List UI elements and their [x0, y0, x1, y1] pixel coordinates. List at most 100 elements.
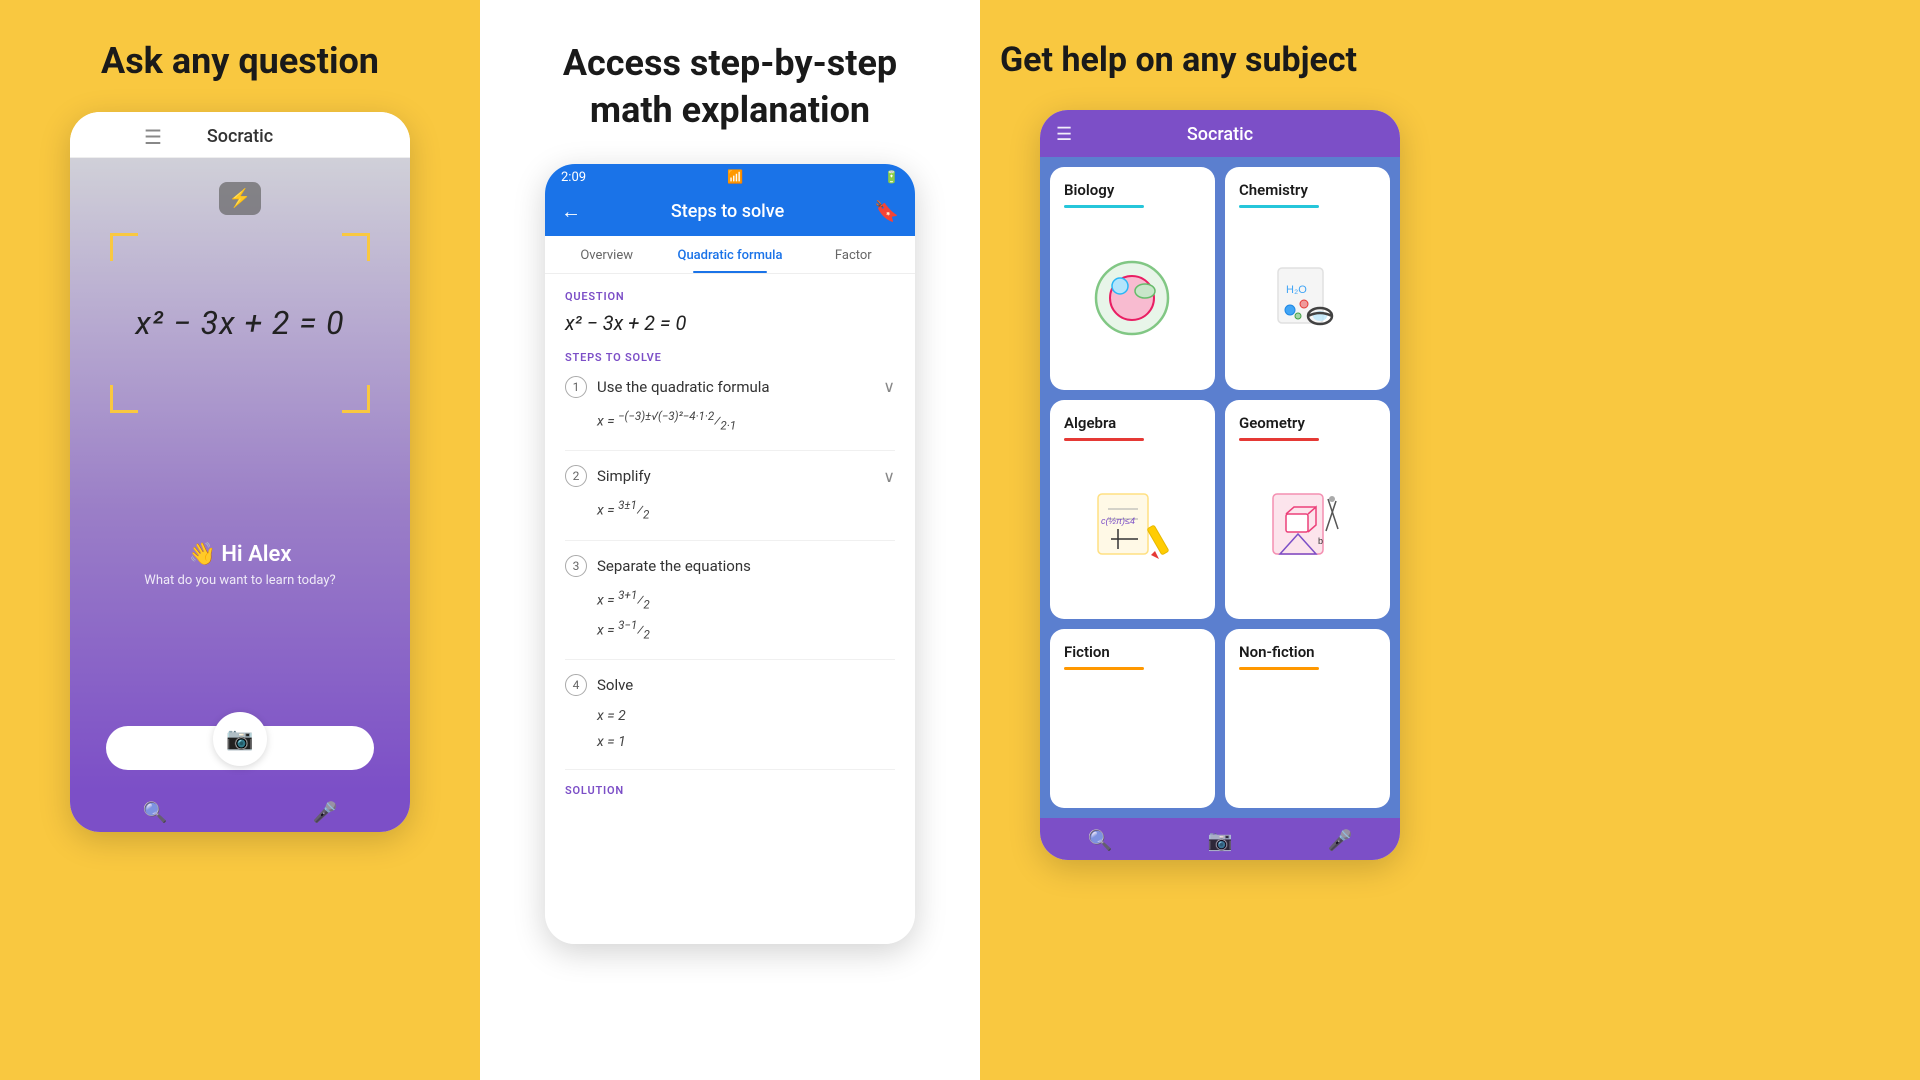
panel1-headline: Ask any question — [101, 40, 379, 82]
status-right: 🔋 — [884, 170, 899, 184]
step2-num: 2 — [565, 465, 587, 487]
status-icon: 📶 — [727, 170, 743, 185]
chemistry-title: Chemistry — [1239, 181, 1308, 199]
panel2-headline: Access step-by-step math explanation — [563, 40, 897, 134]
step4-content: x = 2 x = 1 — [565, 704, 895, 754]
corner-bl — [110, 385, 138, 413]
search-footer3-icon[interactable]: 🔍 — [1088, 828, 1113, 852]
phone1-title: Socratic — [207, 126, 273, 147]
step2-left: 2 Simplify — [565, 465, 651, 487]
search-bar-container: 📷 — [86, 726, 394, 780]
phone3-body: Biology — [1040, 157, 1400, 818]
step3-header: 3 Separate the equations — [565, 555, 895, 577]
steps-label: STEPS TO SOLVE — [565, 351, 895, 364]
camera-button[interactable]: 📷 — [213, 712, 267, 766]
svg-text:c(½π)≤4: c(½π)≤4 — [1101, 516, 1135, 526]
phone-mockup-2: 2:09 📶 🔋 ← Steps to solve 🔖 Overview Qua… — [545, 164, 915, 944]
algebra-title: Algebra — [1064, 414, 1116, 432]
chemistry-icon-area: H₂O — [1239, 216, 1376, 380]
step3-left: 3 Separate the equations — [565, 555, 751, 577]
biology-underline — [1064, 205, 1144, 208]
step1-left: 1 Use the quadratic formula — [565, 376, 770, 398]
extra-panel — [1460, 0, 1920, 1080]
search-footer-icon[interactable]: 🔍 — [143, 800, 168, 824]
greeting-subtext: What do you want to learn today? — [144, 573, 335, 588]
algebra-svg: c(½π)≤4 — [1093, 489, 1173, 569]
step4-left: 4 Solve — [565, 674, 633, 696]
step-4: 4 Solve x = 2 x = 1 — [565, 674, 895, 769]
step-3: 3 Separate the equations x = 3+1⁄2 x = 3… — [565, 555, 895, 661]
step1-name: Use the quadratic formula — [597, 378, 770, 396]
subject-card-chemistry[interactable]: Chemistry H₂O — [1225, 167, 1390, 390]
phone2-body: QUESTION x² − 3x + 2 = 0 STEPS TO SOLVE … — [545, 274, 915, 944]
battery-icon: 🔋 — [884, 170, 899, 184]
algebra-underline — [1064, 438, 1144, 441]
svg-text:b: b — [1318, 536, 1323, 546]
phone3-header: ☰ Socratic — [1040, 110, 1400, 157]
step3-content: x = 3+1⁄2 x = 3−1⁄2 — [565, 585, 895, 646]
tab-factor[interactable]: Factor — [792, 236, 915, 273]
solution-label: SOLUTION — [565, 784, 895, 797]
mic-footer-icon[interactable]: 🎤 — [313, 800, 338, 824]
geometry-title: Geometry — [1239, 414, 1305, 432]
step1-header: 1 Use the quadratic formula ∨ — [565, 376, 895, 398]
corner-tl — [110, 233, 138, 261]
step2-chevron[interactable]: ∨ — [883, 467, 895, 486]
corner-br — [342, 385, 370, 413]
phone3-menu-icon[interactable]: ☰ — [1056, 124, 1072, 145]
geometry-icon-area: b — [1239, 449, 1376, 609]
phone-mockup-3: ☰ Socratic Biology — [1040, 110, 1400, 860]
question-label: QUESTION — [565, 290, 895, 303]
phone2-title: Steps to solve — [671, 201, 784, 222]
algebra-icon-area: c(½π)≤4 — [1064, 449, 1201, 609]
step3-num: 3 — [565, 555, 587, 577]
camera-icon: 📷 — [226, 727, 253, 752]
corner-tr — [342, 233, 370, 261]
subject-card-biology[interactable]: Biology — [1050, 167, 1215, 390]
greeting-text: 👋 Hi Alex — [144, 542, 335, 567]
camera-footer3-icon[interactable]: 📷 — [1208, 828, 1233, 852]
step4-name: Solve — [597, 676, 633, 694]
geometry-svg: b — [1268, 489, 1348, 569]
subject-card-algebra[interactable]: Algebra c(½π)≤4 — [1050, 400, 1215, 619]
status-time: 2:09 — [561, 170, 586, 185]
phone-mockup-1: ☰ Socratic ⚡ x² − 3x + 2 = 0 — [70, 112, 410, 832]
back-button[interactable]: ← — [561, 199, 581, 224]
step-1: 1 Use the quadratic formula ∨ x = −(−3)±… — [565, 376, 895, 451]
fiction-underline — [1064, 667, 1144, 670]
equation-display: x² − 3x + 2 = 0 — [135, 304, 344, 342]
fiction-title: Fiction — [1064, 643, 1110, 661]
subject-card-geometry[interactable]: Geometry b — [1225, 400, 1390, 619]
torch-button[interactable]: ⚡ — [219, 182, 261, 215]
phone1-footer: 🔍 🎤 — [70, 790, 410, 832]
phone2-header: ← Steps to solve 🔖 — [545, 191, 915, 236]
nonfiction-underline — [1239, 667, 1319, 670]
greeting-emoji: 👋 — [188, 542, 215, 567]
nonfiction-title: Non-fiction — [1239, 643, 1315, 661]
tab-quadratic[interactable]: Quadratic formula — [668, 236, 791, 273]
chemistry-svg: H₂O — [1268, 258, 1348, 338]
camera-frame: x² − 3x + 2 = 0 — [110, 233, 370, 413]
biology-svg — [1090, 256, 1175, 341]
menu-icon[interactable]: ☰ — [144, 125, 162, 149]
greeting-section: 👋 Hi Alex What do you want to learn toda… — [144, 542, 335, 598]
panel3-headline: Get help on any subject — [990, 40, 1450, 80]
panel-any-subject: Get help on any subject ☰ Socratic Biolo… — [980, 0, 1460, 1080]
phone3-title: Socratic — [1187, 124, 1253, 145]
biology-icon-area — [1064, 216, 1201, 380]
panel-step-by-step: Access step-by-step math explanation 2:0… — [480, 0, 980, 1080]
subject-card-fiction[interactable]: Fiction — [1050, 629, 1215, 808]
step1-num: 1 — [565, 376, 587, 398]
step4-num: 4 — [565, 674, 587, 696]
step3-name: Separate the equations — [597, 557, 751, 575]
panel-ask-question: Ask any question ☰ Socratic ⚡ x² − 3x + … — [0, 0, 480, 1080]
mic-footer3-icon[interactable]: 🎤 — [1328, 828, 1353, 852]
bookmark-icon[interactable]: 🔖 — [874, 199, 899, 223]
step-2: 2 Simplify ∨ x = 3±1⁄2 — [565, 465, 895, 540]
step1-content: x = −(−3)±√(−3)²−4·1·2⁄2·1 — [565, 406, 895, 436]
step4-header: 4 Solve — [565, 674, 895, 696]
step1-chevron[interactable]: ∨ — [883, 377, 895, 396]
tab-overview[interactable]: Overview — [545, 236, 668, 273]
torch-icon: ⚡ — [229, 188, 251, 209]
subject-card-nonfiction[interactable]: Non-fiction — [1225, 629, 1390, 808]
